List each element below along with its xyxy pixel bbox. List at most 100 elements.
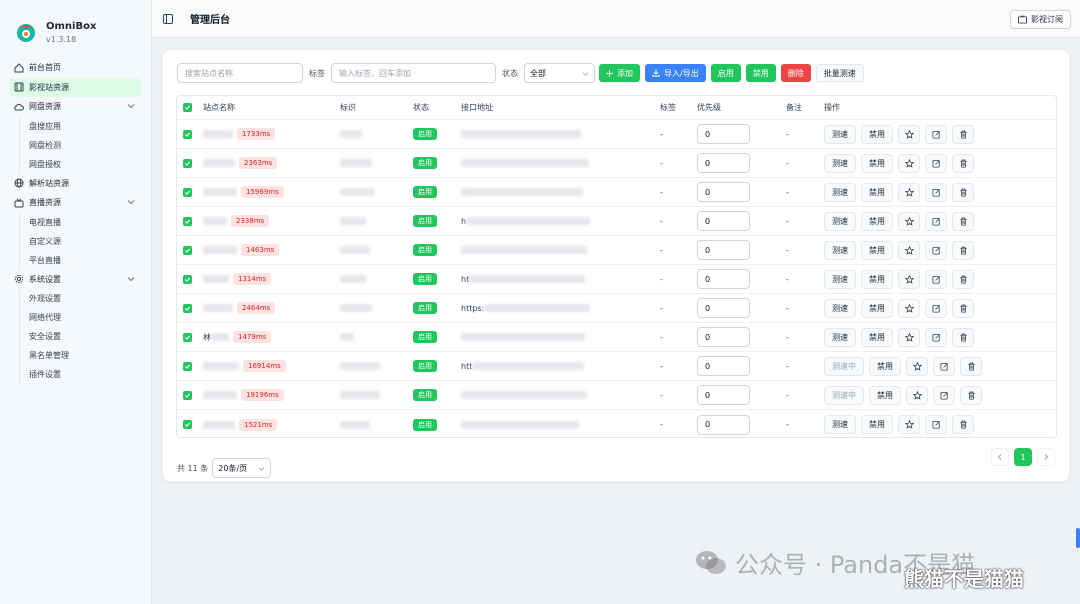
row-disable-button[interactable]: 禁用: [861, 124, 893, 144]
checkbox[interactable]: [183, 158, 192, 168]
priority-input[interactable]: 0: [697, 153, 750, 173]
edit-icon[interactable]: [925, 182, 947, 202]
star-icon[interactable]: [898, 153, 920, 173]
trash-icon[interactable]: [960, 356, 982, 376]
sidebar-subitem[interactable]: 插件设置: [10, 365, 141, 384]
edit-icon[interactable]: [925, 269, 947, 289]
star-icon[interactable]: [898, 298, 920, 318]
enable-button[interactable]: 启用: [710, 64, 741, 82]
status-select[interactable]: 全部: [524, 63, 595, 83]
edit-icon[interactable]: [925, 153, 947, 173]
priority-input[interactable]: 0: [697, 356, 750, 376]
row-disable-button[interactable]: 禁用: [861, 298, 893, 318]
row-disable-button[interactable]: 禁用: [861, 182, 893, 202]
speed-test-button[interactable]: 测速: [824, 124, 856, 144]
row-disable-button[interactable]: 禁用: [861, 153, 893, 173]
speed-test-button[interactable]: 测速: [824, 327, 856, 347]
sidebar-item-1[interactable]: 影视站资源: [10, 77, 141, 97]
row-disable-button[interactable]: 禁用: [861, 269, 893, 289]
trash-icon[interactable]: [960, 385, 982, 405]
sidebar-subitem[interactable]: 外观设置: [10, 289, 141, 308]
checkbox[interactable]: [183, 332, 192, 342]
next-page-button[interactable]: [1037, 448, 1055, 466]
priority-input[interactable]: 0: [697, 269, 750, 289]
star-icon[interactable]: [898, 415, 920, 434]
priority-input[interactable]: 0: [697, 327, 750, 347]
subscribe-button[interactable]: 影视订阅: [1010, 10, 1071, 29]
trash-icon[interactable]: [952, 327, 974, 347]
tag-input[interactable]: 输入标签，回车添加: [331, 63, 496, 83]
edit-icon[interactable]: [925, 240, 947, 260]
star-icon[interactable]: [898, 211, 920, 231]
priority-input[interactable]: 0: [697, 240, 750, 260]
speed-test-button[interactable]: 测速: [824, 153, 856, 173]
speed-test-button[interactable]: 测速中: [824, 356, 864, 376]
checkbox[interactable]: [183, 303, 192, 313]
page-size-select[interactable]: 20条/页: [212, 458, 272, 478]
sidebar-item-4[interactable]: 直播资源: [10, 193, 141, 213]
priority-input[interactable]: 0: [697, 124, 750, 144]
prev-page-button[interactable]: [991, 448, 1009, 466]
priority-input[interactable]: 0: [697, 385, 750, 405]
checkbox[interactable]: [183, 216, 192, 226]
checkbox[interactable]: [183, 274, 192, 284]
row-disable-button[interactable]: 禁用: [869, 385, 901, 405]
row-disable-button[interactable]: 禁用: [861, 240, 893, 260]
checkbox[interactable]: [183, 187, 192, 197]
page-button-current[interactable]: 1: [1014, 448, 1032, 466]
sidebar-item-5[interactable]: 系统设置: [10, 270, 141, 290]
sidebar-subitem[interactable]: 平台直播: [10, 250, 141, 270]
trash-icon[interactable]: [952, 269, 974, 289]
scrollbar[interactable]: [1076, 528, 1080, 548]
trash-icon[interactable]: [952, 211, 974, 231]
priority-input[interactable]: 0: [697, 211, 750, 231]
row-disable-button[interactable]: 禁用: [861, 211, 893, 231]
edit-icon[interactable]: [933, 356, 955, 376]
star-icon[interactable]: [898, 124, 920, 144]
trash-icon[interactable]: [952, 153, 974, 173]
search-input[interactable]: 搜索站点名称: [177, 63, 303, 83]
trash-icon[interactable]: [952, 124, 974, 144]
sidebar-subitem[interactable]: 电视直播: [10, 212, 141, 232]
sidebar-subitem[interactable]: 自定义源: [10, 231, 141, 251]
checkbox[interactable]: [183, 361, 192, 371]
sidebar-item-3[interactable]: 解析站资源: [10, 174, 141, 194]
star-icon[interactable]: [898, 240, 920, 260]
star-icon[interactable]: [898, 269, 920, 289]
add-button[interactable]: 添加: [599, 64, 640, 82]
star-icon[interactable]: [898, 182, 920, 202]
checkbox[interactable]: [183, 245, 192, 255]
sidebar-subitem[interactable]: 盘搜应用: [10, 116, 141, 136]
checkbox[interactable]: [183, 390, 192, 400]
priority-input[interactable]: 0: [697, 414, 750, 435]
batch-test-button[interactable]: 批量测速: [815, 64, 864, 82]
trash-icon[interactable]: [952, 240, 974, 260]
edit-icon[interactable]: [925, 124, 947, 144]
disable-button[interactable]: 禁用: [745, 64, 776, 82]
edit-icon[interactable]: [925, 211, 947, 231]
edit-icon[interactable]: [925, 327, 947, 347]
delete-button[interactable]: 删除: [780, 64, 811, 82]
brand[interactable]: OmniBox v1.3.18: [0, 0, 151, 50]
sidebar-item-0[interactable]: 前台首页: [10, 58, 141, 78]
speed-test-button[interactable]: 测速: [824, 182, 856, 202]
priority-input[interactable]: 0: [697, 182, 750, 202]
star-icon[interactable]: [906, 385, 928, 405]
speed-test-button[interactable]: 测速: [824, 211, 856, 231]
priority-input[interactable]: 0: [697, 298, 750, 318]
trash-icon[interactable]: [952, 298, 974, 318]
sidebar-subitem[interactable]: 网盘检测: [10, 135, 141, 155]
checkbox[interactable]: [183, 103, 192, 112]
sidebar-subitem[interactable]: 安全设置: [10, 327, 141, 346]
sidebar-subitem[interactable]: 黑名单管理: [10, 346, 141, 365]
edit-icon[interactable]: [925, 415, 947, 434]
star-icon[interactable]: [898, 327, 920, 347]
row-disable-button[interactable]: 禁用: [869, 356, 901, 376]
edit-icon[interactable]: [933, 385, 955, 405]
star-icon[interactable]: [906, 356, 928, 376]
speed-test-button[interactable]: 测速: [824, 298, 856, 318]
checkbox[interactable]: [183, 420, 192, 429]
row-disable-button[interactable]: 禁用: [861, 415, 893, 434]
speed-test-button[interactable]: 测速: [824, 240, 856, 260]
speed-test-button[interactable]: 测速中: [824, 385, 864, 405]
